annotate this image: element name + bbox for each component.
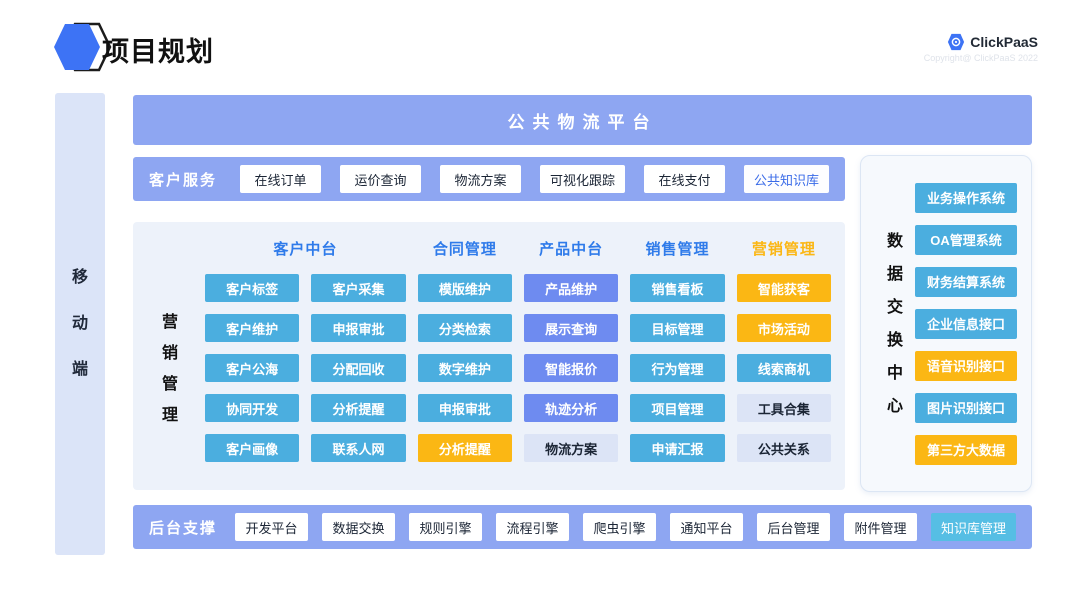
backend-button[interactable]: 后台管理 bbox=[757, 513, 830, 541]
data-exchange-items: 业务操作系统 OA管理系统 财务结算系统 企业信息接口 语音识别接口 图片识别接… bbox=[915, 183, 1017, 465]
grid-cell[interactable]: 申请汇报 bbox=[630, 434, 724, 462]
grid-cell[interactable]: 目标管理 bbox=[630, 314, 724, 342]
data-exchange-item[interactable]: 业务操作系统 bbox=[915, 183, 1017, 213]
data-exchange-item[interactable]: 企业信息接口 bbox=[915, 309, 1017, 339]
grid-cell[interactable]: 模版维护 bbox=[418, 274, 512, 302]
service-button[interactable]: 可视化跟踪 bbox=[540, 165, 625, 193]
data-exchange-item[interactable]: 图片识别接口 bbox=[915, 393, 1017, 423]
grid-cell[interactable]: 公共关系 bbox=[737, 434, 831, 462]
data-exchange-item[interactable]: OA管理系统 bbox=[915, 225, 1017, 255]
grid-cell[interactable]: 客户标签 bbox=[205, 274, 299, 302]
brand-copyright: Copyright@ ClickPaaS 2022 bbox=[924, 53, 1038, 63]
data-exchange-panel: 数据交换中心 业务操作系统 OA管理系统 财务结算系统 企业信息接口 语音识别接… bbox=[860, 155, 1032, 492]
grid-cell[interactable]: 线索商机 bbox=[737, 354, 831, 382]
grid-cell[interactable]: 客户画像 bbox=[205, 434, 299, 462]
grid-side-label-wrap: 营销管理 bbox=[147, 274, 193, 464]
grid-header-contract: 合同管理 bbox=[418, 232, 512, 264]
backend-button[interactable]: 开发平台 bbox=[235, 513, 308, 541]
backend-button[interactable]: 附件管理 bbox=[844, 513, 917, 541]
service-button[interactable]: 在线订单 bbox=[240, 165, 321, 193]
backend-support-row: 后台支撑 开发平台 数据交换 规则引擎 流程引擎 爬虫引擎 通知平台 后台管理 … bbox=[133, 505, 1032, 549]
grid-cell[interactable]: 申报审批 bbox=[418, 394, 512, 422]
grid-cell[interactable]: 分配回收 bbox=[311, 354, 405, 382]
grid-cell[interactable]: 智能获客 bbox=[737, 274, 831, 302]
customer-service-label: 客户服务 bbox=[149, 169, 217, 190]
data-exchange-side-label-wrap: 数据交换中心 bbox=[875, 225, 915, 423]
backend-button[interactable]: 规则引擎 bbox=[409, 513, 482, 541]
grid-cell[interactable]: 市场活动 bbox=[737, 314, 831, 342]
grid-header-customer: 客户中台 bbox=[205, 232, 406, 264]
grid-side-label: 营销管理 bbox=[161, 307, 179, 431]
backend-button[interactable]: 通知平台 bbox=[670, 513, 743, 541]
backend-button-knowledge-base[interactable]: 知识库管理 bbox=[931, 513, 1016, 541]
grid-header-sales: 销售管理 bbox=[630, 232, 724, 264]
brand-block: ClickPaaS Copyright@ ClickPaaS 2022 bbox=[924, 33, 1038, 63]
grid-cell[interactable]: 数字维护 bbox=[418, 354, 512, 382]
grid-header-marketing: 营销管理 bbox=[737, 232, 831, 264]
service-button-knowledge-base[interactable]: 公共知识库 bbox=[744, 165, 829, 193]
backend-button[interactable]: 爬虫引擎 bbox=[583, 513, 656, 541]
grid-cell[interactable]: 协同开发 bbox=[205, 394, 299, 422]
mobile-side-label: 移动端 bbox=[71, 255, 89, 393]
grid-cell[interactable]: 联系人网 bbox=[311, 434, 405, 462]
grid-cell[interactable]: 展示查询 bbox=[524, 314, 618, 342]
platform-banner: 公共物流平台 bbox=[133, 95, 1032, 145]
grid-cell[interactable]: 客户维护 bbox=[205, 314, 299, 342]
grid-cell[interactable]: 销售看板 bbox=[630, 274, 724, 302]
mobile-side-bar: 移动端 bbox=[55, 93, 105, 555]
service-button[interactable]: 在线支付 bbox=[644, 165, 725, 193]
backend-button[interactable]: 数据交换 bbox=[322, 513, 395, 541]
grid-cell[interactable]: 客户公海 bbox=[205, 354, 299, 382]
grid-spacer bbox=[147, 232, 193, 264]
grid-header-product: 产品中台 bbox=[524, 232, 618, 264]
data-exchange-item[interactable]: 财务结算系统 bbox=[915, 267, 1017, 297]
grid-cell[interactable]: 轨迹分析 bbox=[524, 394, 618, 422]
service-button[interactable]: 物流方案 bbox=[440, 165, 521, 193]
grid-cell[interactable]: 产品维护 bbox=[524, 274, 618, 302]
grid-cell[interactable]: 申报审批 bbox=[311, 314, 405, 342]
grid-cell[interactable]: 客户采集 bbox=[311, 274, 405, 302]
grid-cell[interactable]: 物流方案 bbox=[524, 434, 618, 462]
backend-support-label: 后台支撑 bbox=[149, 517, 217, 538]
page: 项目规划 ClickPaaS Copyright@ ClickPaaS 2022… bbox=[0, 0, 1080, 608]
grid-cell[interactable]: 项目管理 bbox=[630, 394, 724, 422]
data-exchange-item[interactable]: 第三方大数据 bbox=[915, 435, 1017, 465]
backend-button[interactable]: 流程引擎 bbox=[496, 513, 569, 541]
customer-service-row: 客户服务 在线订单 运价查询 物流方案 可视化跟踪 在线支付 公共知识库 bbox=[133, 157, 845, 201]
brand-name: ClickPaaS bbox=[970, 34, 1038, 50]
data-exchange-side-label: 数据交换中心 bbox=[886, 225, 904, 423]
grid-cell[interactable]: 分析提醒 bbox=[311, 394, 405, 422]
data-exchange-item[interactable]: 语音识别接口 bbox=[915, 351, 1017, 381]
grid-cell[interactable]: 行为管理 bbox=[630, 354, 724, 382]
service-button[interactable]: 运价查询 bbox=[340, 165, 421, 193]
grid-cell[interactable]: 分类检索 bbox=[418, 314, 512, 342]
page-title: 项目规划 bbox=[102, 30, 214, 69]
grid-cell[interactable]: 分析提醒 bbox=[418, 434, 512, 462]
grid-cell[interactable]: 工具合集 bbox=[737, 394, 831, 422]
clickpaas-logo-icon bbox=[947, 33, 965, 51]
grid-cell[interactable]: 智能报价 bbox=[524, 354, 618, 382]
marketing-grid: 客户中台 合同管理 产品中台 销售管理 营销管理 营销管理 客户标签 客户采集 … bbox=[133, 222, 845, 490]
